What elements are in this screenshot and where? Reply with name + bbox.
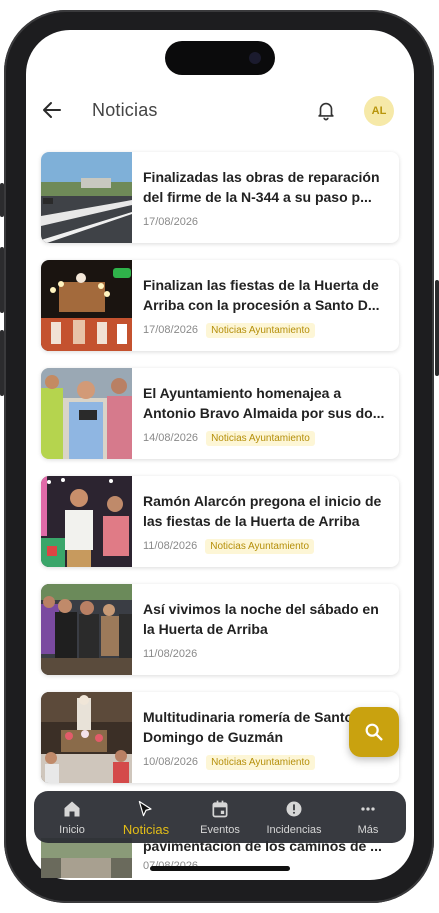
news-title: El Ayuntamiento homenajea a Antonio Brav… xyxy=(143,385,385,421)
dynamic-island xyxy=(165,41,275,75)
more-icon xyxy=(361,807,375,811)
nav-label: Incidencias xyxy=(266,824,322,836)
home-icon xyxy=(64,801,80,817)
news-thumbnail xyxy=(41,260,132,351)
app-header: Noticias AL xyxy=(26,88,414,136)
news-card[interactable]: El Ayuntamiento homenajea a Antonio Brav… xyxy=(41,368,399,459)
news-date: 11/08/2026 xyxy=(143,648,198,660)
news-card[interactable]: Ramón Alarcón pregona el inicio de las f… xyxy=(41,476,399,567)
news-date: 17/08/2026 xyxy=(143,324,199,336)
nav-item-eventos[interactable]: Eventos xyxy=(194,791,246,843)
nav-label: Inicio xyxy=(59,824,85,836)
category-badge: Noticias Ayuntamiento xyxy=(206,430,315,446)
nav-label: Eventos xyxy=(200,824,240,836)
search-icon xyxy=(365,723,383,741)
news-date: 17/08/2026 xyxy=(143,216,199,228)
avatar[interactable]: AL xyxy=(364,96,394,126)
alert-icon xyxy=(286,801,302,817)
news-meta: 11/08/2026 Noticias Ayuntamiento xyxy=(143,537,315,555)
news-date: 14/08/2026 xyxy=(143,432,199,444)
nav-item-noticias[interactable]: Noticias xyxy=(116,791,176,843)
nav-item-incidencias[interactable]: Incidencias xyxy=(262,791,326,843)
newspaper-icon xyxy=(138,800,152,817)
camera-icon xyxy=(249,52,261,64)
category-badge: Noticias Ayuntamiento xyxy=(206,754,315,770)
phone-volume-up xyxy=(0,247,4,313)
news-card[interactable]: Multitudinaria romería de Santo Domingo … xyxy=(41,692,399,783)
nav-item-inicio[interactable]: Inicio xyxy=(48,791,96,843)
bell-icon[interactable] xyxy=(315,98,337,122)
nav-label: Noticias xyxy=(122,822,170,837)
home-indicator[interactable] xyxy=(150,866,290,871)
news-title: Finalizadas las obras de reparación del … xyxy=(143,169,380,205)
news-title: Ramón Alarcón pregona el inicio de las f… xyxy=(143,493,382,529)
phone-action-button xyxy=(0,183,4,217)
news-card-partial[interactable]: pavimentación de los caminos de ... 07/0… xyxy=(41,838,399,878)
news-thumbnail xyxy=(41,368,132,459)
news-meta: 17/08/2026 Noticias Ayuntamiento xyxy=(143,321,315,339)
news-thumbnail xyxy=(41,838,132,878)
news-meta: 11/08/2026 xyxy=(143,645,197,663)
news-meta: 14/08/2026 Noticias Ayuntamiento xyxy=(143,429,315,447)
news-date: 10/08/2026 xyxy=(143,756,199,768)
news-title: Finalizan las fiestas de la Huerta de Ar… xyxy=(143,277,380,313)
category-badge: Noticias Ayuntamiento xyxy=(206,322,315,338)
search-button[interactable] xyxy=(349,707,399,757)
nav-label: Más xyxy=(357,824,379,836)
phone-power-button xyxy=(435,280,439,376)
phone-volume-down xyxy=(0,330,4,396)
nav-item-mas[interactable]: Más xyxy=(346,791,390,843)
news-title: Así vivimos la noche del sábado en la Hu… xyxy=(143,601,379,637)
news-thumbnail xyxy=(41,692,132,783)
bottom-navigation: Inicio Noticias Eventos Incidencias Más xyxy=(34,791,406,843)
page-title: Noticias xyxy=(92,100,158,120)
news-date: 11/08/2026 xyxy=(143,540,198,552)
news-thumbnail xyxy=(41,476,132,567)
calendar-icon xyxy=(212,800,228,818)
category-badge: Noticias Ayuntamiento xyxy=(205,538,315,554)
news-thumbnail xyxy=(41,584,132,675)
news-card[interactable]: Finalizan las fiestas de la Huerta de Ar… xyxy=(41,260,399,351)
news-thumbnail xyxy=(41,152,132,243)
news-card[interactable]: Así vivimos la noche del sábado en la Hu… xyxy=(41,584,399,675)
news-meta: 10/08/2026 Noticias Ayuntamiento xyxy=(143,753,315,771)
news-meta: 17/08/2026 xyxy=(143,213,198,231)
news-card[interactable]: Finalizadas las obras de reparación del … xyxy=(41,152,399,243)
arrow-left-icon[interactable] xyxy=(40,98,64,122)
